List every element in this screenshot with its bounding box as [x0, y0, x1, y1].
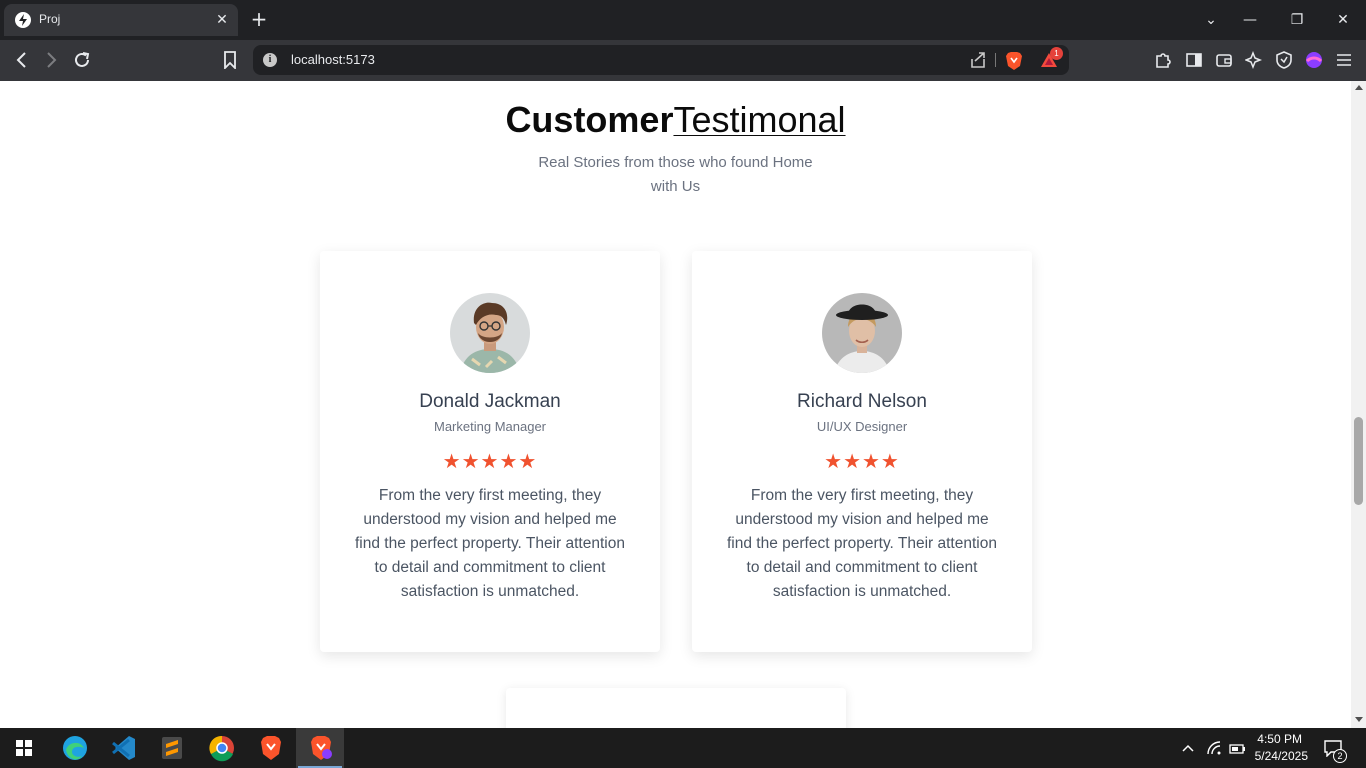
- browser-toolbar: i localhost:5173 1: [0, 40, 1366, 81]
- testimonial-text: From the very first meeting, they unders…: [727, 487, 997, 600]
- testimonial-role: Marketing Manager: [434, 419, 546, 434]
- chrome-icon[interactable]: [197, 728, 245, 768]
- testimonial-card: Donald Jackman Marketing Manager ★★★★★ F…: [320, 251, 660, 652]
- omnibox-divider: [995, 53, 996, 67]
- tab-title: Proj: [39, 12, 61, 26]
- vpn-icon[interactable]: [1275, 51, 1293, 69]
- back-icon[interactable]: [9, 48, 35, 72]
- avatar: [822, 293, 902, 373]
- web-page: CustomerTestimonal Real Stories from tho…: [0, 81, 1351, 728]
- star-rating: ★★★★: [824, 449, 900, 473]
- reload-icon[interactable]: [69, 48, 95, 72]
- testimonial-name: Richard Nelson: [797, 391, 927, 412]
- clock-date[interactable]: 5/24/2025: [1248, 749, 1308, 763]
- wallet-icon[interactable]: [1215, 51, 1233, 69]
- sublime-text-icon[interactable]: [148, 728, 196, 768]
- taskbar: 4:50 PM 5/24/2025 2: [0, 728, 1366, 768]
- new-tab-icon[interactable]: +: [248, 9, 270, 31]
- testimonial-text: From the very first meeting, they unders…: [355, 487, 625, 600]
- brave-icon[interactable]: [246, 728, 294, 768]
- brave-dev-icon[interactable]: [296, 728, 344, 768]
- url-text[interactable]: localhost:5173: [291, 52, 375, 67]
- restore-icon[interactable]: ❐: [1285, 8, 1309, 32]
- minimize-icon[interactable]: —: [1238, 8, 1262, 32]
- rewards-badge: 1: [1050, 47, 1063, 60]
- sidebar-icon[interactable]: [1185, 51, 1203, 69]
- tab-search-icon[interactable]: ⌄: [1199, 8, 1223, 32]
- testimonial-card: Richard Nelson UI/UX Designer ★★★★ From …: [692, 251, 1032, 652]
- address-bar[interactable]: i localhost:5173 1: [253, 45, 1069, 75]
- notification-count-badge: 2: [1333, 749, 1347, 763]
- bolt-icon: [15, 12, 31, 28]
- section-subtitle: Real Stories from those who found Home w…: [538, 154, 813, 195]
- share-icon[interactable]: [969, 51, 989, 69]
- browser-tab[interactable]: Proj ✕: [4, 4, 238, 36]
- bookmark-icon[interactable]: [217, 48, 243, 72]
- site-info-icon[interactable]: i: [263, 53, 277, 67]
- testimonial-name: Donald Jackman: [419, 391, 561, 412]
- avatar: [450, 293, 530, 373]
- extensions-icon[interactable]: [1154, 51, 1172, 69]
- battery-icon[interactable]: [1229, 741, 1247, 760]
- wifi-icon[interactable]: [1206, 740, 1222, 760]
- profile-icon[interactable]: [1305, 51, 1323, 69]
- scroll-down-icon[interactable]: [1355, 717, 1363, 722]
- show-hidden-icons-icon[interactable]: [1181, 740, 1195, 759]
- brave-rewards-icon[interactable]: 1: [1039, 47, 1063, 69]
- testimonial-card-partial: [506, 688, 846, 728]
- close-window-icon[interactable]: ✕: [1331, 8, 1355, 32]
- page-scrollbar[interactable]: [1351, 81, 1366, 728]
- clock-time[interactable]: 4:50 PM: [1248, 732, 1302, 746]
- star-rating: ★★★★★: [442, 449, 538, 473]
- brave-shields-icon[interactable]: [1005, 51, 1025, 70]
- close-tab-icon[interactable]: ✕: [212, 10, 232, 30]
- edge-icon[interactable]: [50, 728, 98, 768]
- tab-bar: Proj ✕ + ⌄ — ❐ ✕: [0, 0, 1366, 40]
- scroll-up-icon[interactable]: [1355, 85, 1363, 90]
- leo-ai-icon[interactable]: [1243, 50, 1263, 70]
- menu-icon[interactable]: [1335, 51, 1353, 69]
- section-heading: CustomerTestimonal: [0, 99, 1351, 141]
- testimonial-role: UI/UX Designer: [816, 419, 908, 434]
- windows-start-icon[interactable]: [0, 728, 48, 768]
- scrollbar-thumb[interactable]: [1354, 417, 1363, 505]
- vscode-icon[interactable]: [99, 728, 147, 768]
- heading-bold: Customer: [505, 99, 674, 140]
- heading-underlined: Testimonal: [673, 99, 846, 140]
- forward-icon[interactable]: [38, 48, 64, 72]
